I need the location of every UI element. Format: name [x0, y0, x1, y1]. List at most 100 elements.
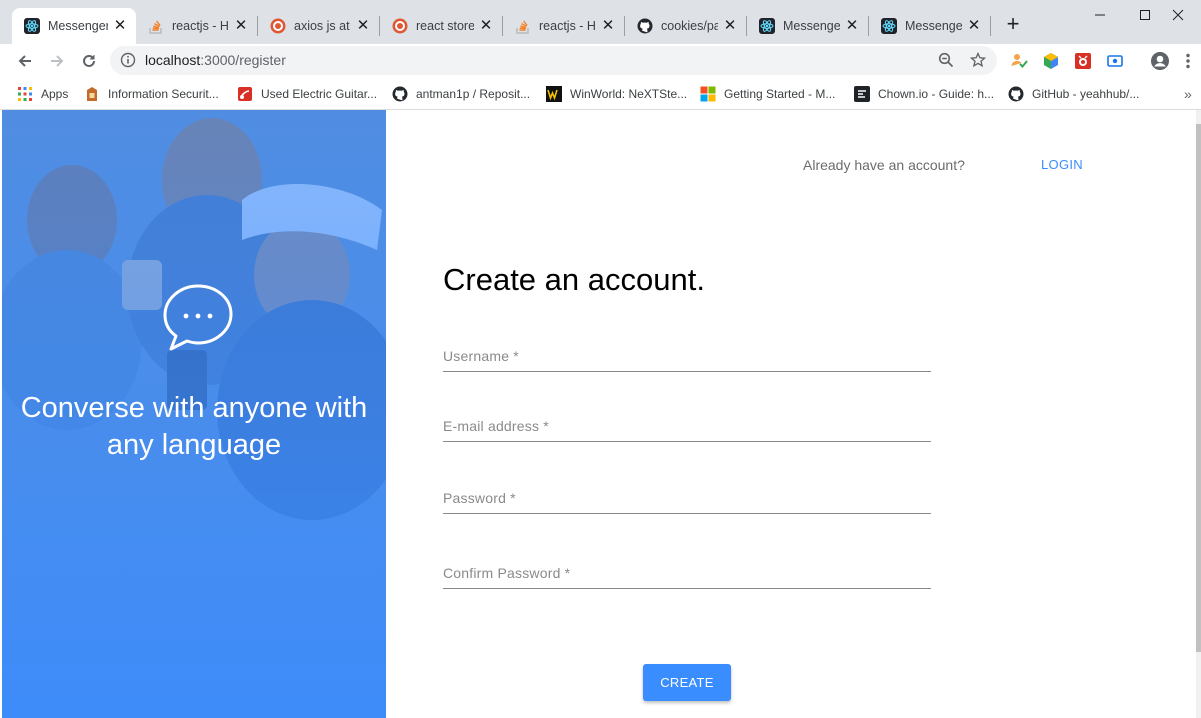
bookmark-label: Information Securit... — [108, 87, 219, 101]
star-icon — [970, 52, 986, 68]
github-icon — [1008, 86, 1024, 102]
tab-title: reactjs - Ho — [539, 19, 596, 33]
extension-button[interactable] — [1103, 49, 1127, 73]
chevron-double-right-icon: » — [1184, 86, 1192, 102]
winworld-icon — [546, 86, 562, 102]
window-close-button[interactable] — [1155, 0, 1201, 30]
extension-screen-icon — [1107, 55, 1123, 67]
login-button[interactable]: LOGIN — [1041, 157, 1083, 172]
close-icon[interactable]: ✕ — [600, 18, 616, 34]
arrow-right-icon — [51, 55, 64, 67]
email-input[interactable] — [443, 412, 931, 440]
extension-button[interactable] — [1007, 49, 1031, 73]
url-host: localhost — [145, 52, 201, 68]
minimize-button[interactable] — [1077, 0, 1123, 30]
address-bar[interactable]: localhost:3000/register — [110, 46, 997, 75]
tab-title: axios js at l — [294, 19, 351, 33]
bookmark-used-electric-guitar[interactable]: Used Electric Guitar... — [237, 84, 377, 104]
info-icon[interactable] — [120, 52, 136, 68]
bookmark-page-icon — [87, 87, 97, 101]
forward-button[interactable] — [45, 49, 69, 73]
tab-title: Messenger — [905, 19, 962, 33]
scrollbar-thumb[interactable] — [1196, 124, 1201, 652]
github-icon — [392, 86, 408, 102]
avatar-icon — [1151, 52, 1169, 70]
close-icon[interactable]: ✕ — [722, 18, 738, 34]
hero-panel: Converse with anyone with any language — [2, 110, 386, 718]
minimize-icon — [1095, 14, 1105, 16]
tab-axios[interactable]: axios js at l ✕ — [258, 8, 379, 44]
tab-messenger-2[interactable]: Messenger ✕ — [747, 8, 868, 44]
close-icon[interactable]: ✕ — [966, 18, 982, 34]
react-icon — [759, 18, 775, 34]
github-icon — [637, 18, 653, 34]
page-scrollbar[interactable] — [1196, 110, 1201, 718]
zoom-button[interactable] — [934, 48, 958, 72]
tab-separator — [990, 16, 991, 36]
stackoverflow-icon — [148, 18, 164, 34]
tab-title: reactjs - Ho — [172, 19, 229, 33]
close-icon[interactable]: ✕ — [355, 18, 371, 34]
bookmark-antman1p[interactable]: antman1p / Reposit... — [392, 84, 530, 104]
extension-button[interactable] — [1039, 49, 1063, 73]
duckduckgo-icon — [392, 18, 408, 34]
extension-cube-icon — [1044, 53, 1058, 69]
close-icon — [1172, 9, 1184, 21]
confirm-password-input[interactable] — [443, 559, 931, 587]
bookmark-label: Apps — [41, 87, 69, 101]
bookmark-label: Getting Started - M... — [724, 87, 836, 101]
guitar-site-icon — [238, 87, 252, 101]
bookmark-label: Used Electric Guitar... — [261, 87, 378, 101]
password-field — [443, 484, 931, 514]
microsoft-icon — [700, 86, 716, 102]
reload-button[interactable] — [77, 49, 101, 73]
close-icon[interactable]: ✕ — [233, 18, 249, 34]
close-icon[interactable]: ✕ — [844, 18, 860, 34]
address-url: localhost:3000/register — [145, 52, 286, 68]
react-icon — [24, 18, 40, 34]
close-icon[interactable]: ✕ — [112, 18, 128, 34]
bookmark-label: antman1p / Reposit... — [416, 87, 531, 101]
login-prompt-text: Already have an account? — [803, 157, 965, 173]
extension-bug-icon — [1075, 53, 1091, 69]
tab-title: Messenger — [48, 19, 108, 33]
bookmark-label: WinWorld: NeXTSte... — [570, 87, 688, 101]
bookmark-github-yeahhub[interactable]: GitHub - yeahhub/... — [1008, 84, 1139, 104]
create-account-button[interactable]: CREATE — [643, 664, 731, 701]
tab-messenger-3[interactable]: Messenger ✕ — [869, 8, 990, 44]
bookmark-winworld[interactable]: WinWorld: NeXTSte... — [546, 84, 687, 104]
stackoverflow-icon — [515, 18, 531, 34]
bookmark-apps[interactable]: Apps — [17, 84, 68, 104]
back-button[interactable] — [13, 49, 37, 73]
bookmark-information-security[interactable]: Information Securit... — [84, 84, 219, 104]
browser-toolbar: localhost:3000/register — [0, 44, 1201, 78]
menu-button[interactable] — [1176, 49, 1200, 73]
kebab-menu-icon — [1186, 53, 1190, 69]
username-input[interactable] — [443, 342, 931, 370]
tab-title: Messenger — [783, 19, 840, 33]
apps-grid-icon — [18, 87, 32, 101]
bookmark-star-button[interactable] — [966, 48, 990, 72]
tab-reactjs[interactable]: reactjs - Ho ✕ — [136, 8, 257, 44]
password-input[interactable] — [443, 484, 931, 512]
tab-title: cookies/pa — [661, 19, 718, 33]
bookmark-chown[interactable]: Chown.io - Guide: h... — [854, 84, 994, 104]
extension-button[interactable] — [1071, 49, 1095, 73]
bookmarks-overflow-button[interactable]: » — [1184, 84, 1192, 104]
bookmark-getting-started[interactable]: Getting Started - M... — [700, 84, 835, 104]
new-tab-button[interactable]: + — [1000, 12, 1026, 38]
chat-bubble-icon — [163, 284, 233, 351]
profile-button[interactable] — [1148, 49, 1172, 73]
bookmark-label: GitHub - yeahhub/... — [1032, 87, 1140, 101]
extension-person-icon — [1011, 54, 1028, 68]
tab-cookies[interactable]: cookies/pa ✕ — [625, 8, 746, 44]
bookmark-label: Chown.io - Guide: h... — [878, 87, 995, 101]
tab-react-store[interactable]: react store ✕ — [380, 8, 502, 44]
chown-icon — [854, 86, 870, 102]
close-icon[interactable]: ✕ — [478, 18, 494, 34]
arrow-left-icon — [18, 55, 31, 67]
hero-tagline: Converse with anyone with any language — [20, 392, 368, 461]
url-path: :3000/register — [200, 52, 286, 68]
tab-reactjs-2[interactable]: reactjs - Ho ✕ — [503, 8, 624, 44]
tab-messenger-active[interactable]: Messenger ✕ — [12, 8, 136, 44]
